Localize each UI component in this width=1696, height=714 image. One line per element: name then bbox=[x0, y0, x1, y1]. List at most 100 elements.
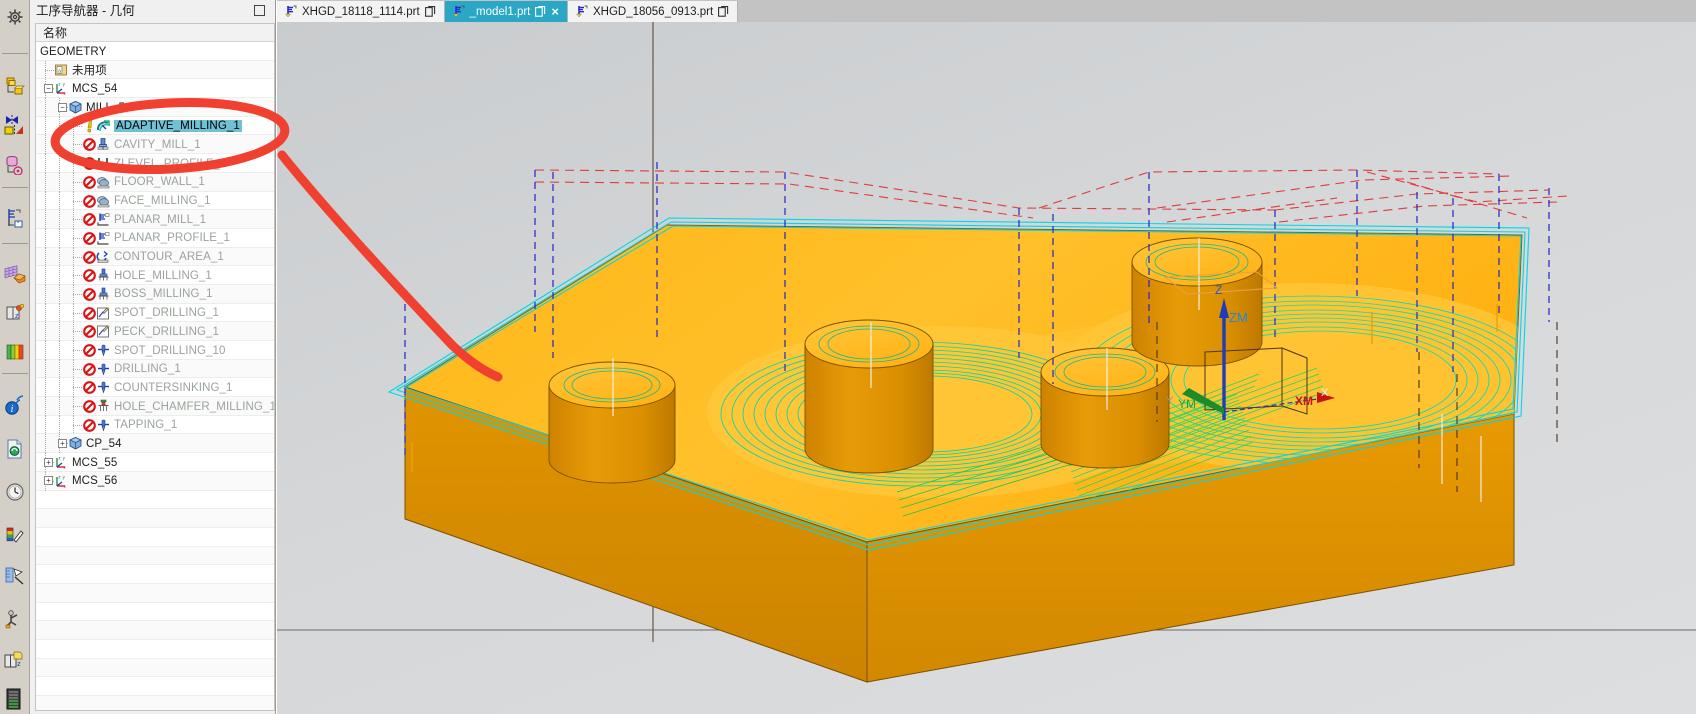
tree-empty-row bbox=[36, 491, 274, 510]
rail-divider bbox=[1, 187, 28, 189]
workpiece-icon bbox=[68, 100, 83, 115]
tree-row-mill-54[interactable]: − MILL_54 bbox=[36, 98, 274, 118]
tree-row-cavity-mill-1[interactable]: CAVITY_MILL_1 bbox=[36, 135, 274, 155]
tree-item-label: MCS_55 bbox=[72, 456, 118, 469]
layer-settings-icon[interactable] bbox=[1, 338, 29, 367]
tree-collapse-icon[interactable]: − bbox=[44, 83, 53, 93]
no-entry-icon[interactable] bbox=[82, 362, 96, 376]
tree-row-hole-chamfer-milling-1[interactable]: HOLE_CHAMFER_MILLING_1 bbox=[36, 397, 274, 417]
tree-row-contour-area-1[interactable]: CONTOUR_AREA_1 bbox=[36, 247, 274, 267]
workpiece-icon bbox=[68, 436, 83, 451]
tree-guide-line bbox=[45, 210, 46, 230]
tree-guide-line bbox=[45, 154, 46, 174]
no-entry-icon[interactable] bbox=[82, 325, 96, 339]
tree-row-face-milling-1[interactable]: FACE_MILLING_1 bbox=[36, 191, 274, 211]
program-order-view-icon[interactable] bbox=[1, 150, 29, 179]
document-tab-bar[interactable]: XHGD_18118_1114.prt _model1.prt × XHGD_1… bbox=[277, 0, 1696, 22]
tree-row-planar-mill-1[interactable]: PLANAR_MILL_1 bbox=[36, 210, 274, 230]
no-entry-icon[interactable] bbox=[82, 306, 96, 320]
tree-row-countersinking-1[interactable]: COUNTERSINKING_1 bbox=[36, 378, 274, 398]
no-entry-icon[interactable] bbox=[82, 381, 96, 395]
workpiece-table-icon[interactable] bbox=[1, 259, 29, 288]
no-entry-icon[interactable] bbox=[82, 250, 96, 264]
tree-guide-line bbox=[59, 116, 60, 136]
operation-tree[interactable]: GEOMETRY a 未用项 − z y x MCS_54− MILL_54 A… bbox=[36, 42, 274, 710]
no-entry-icon[interactable] bbox=[82, 213, 96, 227]
tree-row-cp-54[interactable]: + CP_54 bbox=[36, 434, 274, 454]
tree-row-未用项[interactable]: a 未用项 bbox=[36, 60, 274, 80]
tree-row-content: MILL_54 bbox=[68, 98, 131, 117]
color-picker-icon[interactable] bbox=[1, 521, 29, 550]
copy-icon[interactable] bbox=[424, 6, 436, 17]
no-entry-icon[interactable] bbox=[82, 157, 96, 170]
document-tab-2[interactable]: _model1.prt × bbox=[444, 1, 568, 22]
tree-guide-line bbox=[45, 228, 46, 248]
tree-guide-line bbox=[73, 256, 82, 258]
document-tab-1[interactable]: XHGD_18118_1114.prt bbox=[277, 1, 445, 22]
no-entry-icon[interactable] bbox=[82, 400, 96, 413]
tree-expand-icon[interactable]: + bbox=[44, 457, 53, 467]
edit-object-display-icon[interactable]: z bbox=[1, 298, 29, 327]
no-entry-icon[interactable] bbox=[82, 194, 96, 208]
tab-close-icon[interactable]: × bbox=[551, 5, 559, 18]
no-entry-icon[interactable] bbox=[82, 344, 96, 357]
tree-row-floor-wall-1[interactable]: FLOOR_WALL_1 bbox=[36, 172, 274, 192]
document-tab-3[interactable]: XHGD_18056_0913.prt bbox=[567, 1, 739, 22]
reuse-library-icon[interactable]: z bbox=[1, 645, 29, 674]
no-entry-icon[interactable] bbox=[82, 175, 96, 189]
tree-row-content: DRILLING_1 bbox=[82, 360, 181, 379]
drill-icon bbox=[96, 418, 111, 433]
tree-row-planar-profile-1[interactable]: PLANAR_PROFILE_1 bbox=[36, 228, 274, 248]
tree-row-drilling-1[interactable]: DRILLING_1 bbox=[36, 359, 274, 379]
tree-row-content: SPOT_DRILLING_10 bbox=[82, 341, 226, 360]
machine-tool-view-icon[interactable] bbox=[1, 111, 29, 140]
tree-row-geometry[interactable]: GEOMETRY bbox=[36, 42, 274, 61]
tree-empty-row bbox=[36, 546, 274, 566]
tree-empty-row bbox=[36, 640, 274, 659]
warning-icon[interactable] bbox=[82, 119, 96, 133]
no-entry-icon[interactable] bbox=[82, 288, 96, 301]
tree-row-mcs-55[interactable]: + z y x MCS_55 bbox=[36, 453, 274, 473]
tree-guide-line bbox=[45, 284, 46, 304]
copy-icon[interactable] bbox=[718, 6, 729, 17]
copy-icon[interactable] bbox=[535, 6, 546, 17]
tree-row-mcs-56[interactable]: + z y x MCS_56 bbox=[36, 471, 274, 491]
svg-text:y: y bbox=[63, 474, 66, 479]
tree-item-label: PLANAR_PROFILE_1 bbox=[114, 232, 231, 245]
assembly-navigator-icon[interactable] bbox=[1, 604, 29, 633]
tree-row-tapping-1[interactable]: TAPPING_1 bbox=[36, 415, 274, 435]
tree-expand-icon[interactable]: + bbox=[44, 476, 53, 486]
tree-row-spot-drilling-10[interactable]: SPOT_DRILLING_10 bbox=[36, 341, 274, 360]
graphics-viewport[interactable]: Z ZM Y YM X XM bbox=[277, 22, 1696, 714]
tree-expand-icon[interactable]: + bbox=[58, 438, 67, 448]
information-icon[interactable]: i bbox=[1, 391, 29, 420]
no-entry-icon[interactable] bbox=[82, 232, 96, 245]
tree-row-hole-milling-1[interactable]: HOLE_MILLING_1 bbox=[36, 266, 274, 286]
part-list-icon[interactable] bbox=[1, 685, 29, 714]
no-entry-icon[interactable] bbox=[82, 418, 96, 432]
refresh-document-icon[interactable] bbox=[1, 434, 29, 463]
tree-row-content: SPOT_DRILLING_1 bbox=[82, 304, 219, 323]
tree-row-peck-drilling-1[interactable]: PECK_DRILLING_1 bbox=[36, 322, 274, 342]
tree-collapse-icon[interactable]: − bbox=[58, 102, 67, 112]
tree-row-spot-drilling-1[interactable]: SPOT_DRILLING_1 bbox=[36, 303, 274, 323]
restore-window-icon[interactable] bbox=[254, 5, 265, 16]
tree-row-content: PECK_DRILLING_1 bbox=[82, 322, 219, 341]
no-entry-icon[interactable] bbox=[82, 269, 96, 283]
tree-guide-line bbox=[59, 359, 60, 379]
history-clock-icon[interactable] bbox=[1, 478, 29, 507]
tree-row-mcs-54[interactable]: − z y x MCS_54 bbox=[36, 79, 274, 99]
tree-guide-line bbox=[45, 172, 46, 192]
tree-row-boss-milling-1[interactable]: BOSS_MILLING_1 bbox=[36, 284, 274, 304]
machining-method-view-icon[interactable] bbox=[1, 203, 29, 232]
tree-row-zlevel-profile-1[interactable]: ZLEVEL_PROFILE_1 bbox=[36, 154, 274, 174]
geometry-view-icon[interactable] bbox=[1, 71, 29, 100]
settings-gear-icon[interactable] bbox=[1, 2, 29, 31]
tree-row-adaptive-milling-1[interactable]: ADAPTIVE_MILLING_1 bbox=[36, 116, 274, 136]
no-entry-icon[interactable] bbox=[82, 138, 96, 152]
tree-row-content: HOLE_MILLING_1 bbox=[82, 266, 212, 285]
measure-icon[interactable] bbox=[1, 562, 29, 591]
tree-guide-line bbox=[73, 219, 82, 221]
tree-item-label: CP_54 bbox=[86, 437, 122, 450]
svg-text:i: i bbox=[10, 404, 13, 415]
